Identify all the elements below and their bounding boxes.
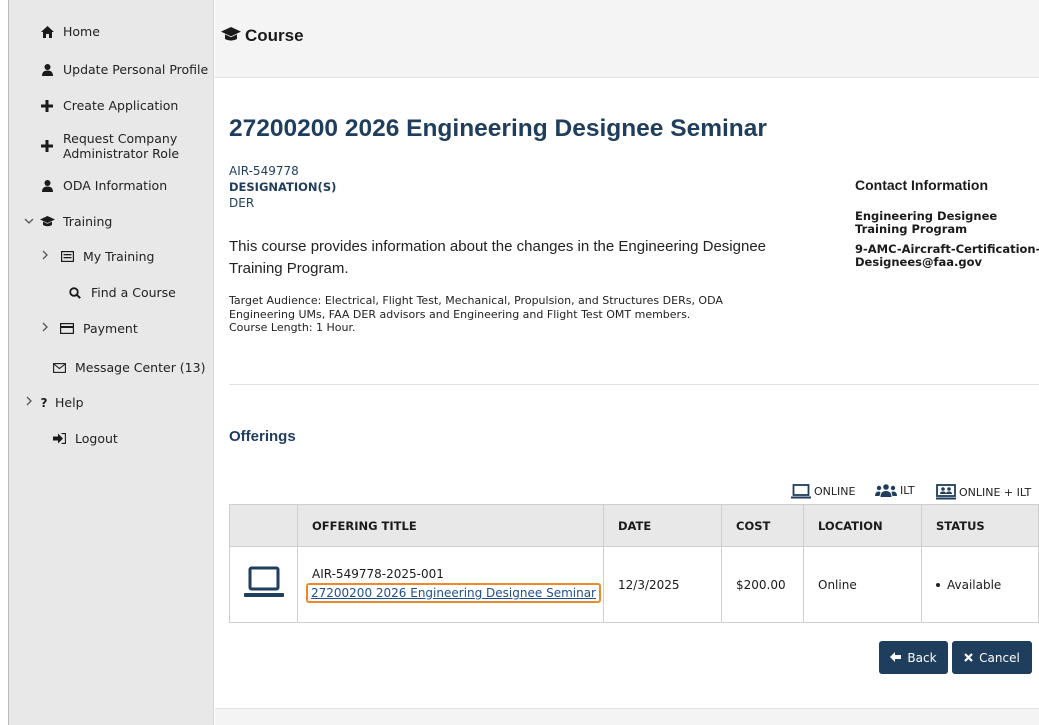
sidebar-item-label: My Training bbox=[83, 249, 155, 264]
sidebar: Home Update Personal Profile Create Appl… bbox=[9, 0, 214, 725]
envelope-icon bbox=[51, 362, 67, 373]
sidebar-item-label: Help bbox=[55, 395, 84, 410]
column-header-date[interactable]: DATE bbox=[603, 504, 722, 547]
offerings-table: OFFERING TITLE DATE COST LOCATION STATUS… bbox=[229, 504, 1039, 623]
sidebar-item-home[interactable]: Home bbox=[39, 24, 100, 39]
graduation-cap-icon bbox=[39, 215, 55, 228]
designation-value: DER bbox=[229, 196, 255, 210]
sidebar-item-label: Home bbox=[63, 24, 100, 39]
sidebar-item-label: Message Center (13) bbox=[75, 360, 206, 375]
column-header-cost[interactable]: COST bbox=[721, 504, 804, 547]
contact-heading: Contact Information bbox=[855, 177, 988, 193]
legend-ilt-label: ILT bbox=[900, 484, 915, 497]
sidebar-item-create-application[interactable]: Create Application bbox=[39, 98, 178, 113]
logout-icon bbox=[51, 433, 67, 444]
table-row: AIR-549778-2025-001 27200200 2026 Engine… bbox=[229, 546, 1039, 623]
sidebar-item-oda-information[interactable]: ODA Information bbox=[39, 178, 167, 193]
offering-date: 12/3/2025 bbox=[603, 546, 722, 623]
online-ilt-icon bbox=[936, 484, 956, 500]
sidebar-item-label: Update Personal Profile bbox=[63, 62, 209, 77]
chevron-right-icon[interactable] bbox=[39, 321, 51, 335]
user-icon bbox=[39, 179, 55, 192]
offering-code: AIR-549778-2025-001 bbox=[312, 566, 444, 581]
legend-ilt: ILT bbox=[875, 484, 915, 497]
question-icon: ? bbox=[40, 395, 48, 410]
sidebar-item-label: Create Application bbox=[63, 98, 179, 113]
sidebar-item-find-a-course[interactable]: Find a Course bbox=[67, 285, 176, 300]
chevron-right-icon[interactable] bbox=[39, 249, 51, 263]
graduation-cap-icon bbox=[221, 27, 241, 43]
chevron-right-icon[interactable] bbox=[23, 395, 35, 409]
offering-type-cell bbox=[229, 546, 298, 623]
cancel-button[interactable]: Cancel bbox=[952, 641, 1032, 674]
course-meta: Target Audience: Electrical, Flight Test… bbox=[229, 294, 789, 335]
course-length: Course Length: 1 Hour. bbox=[229, 321, 356, 334]
list-icon bbox=[59, 251, 75, 262]
sidebar-item-logout[interactable]: Logout bbox=[51, 431, 118, 446]
sidebar-item-help[interactable]: ? Help bbox=[39, 395, 84, 410]
legend-online-ilt: ONLINE + ILT bbox=[936, 484, 1031, 500]
contact-name: Engineering Designee Training Program bbox=[855, 209, 998, 236]
contact-email: 9-AMC-Aircraft-Certification-Designees@f… bbox=[855, 242, 1039, 269]
main-content: Course 27200200 2026 Engineering Designe… bbox=[215, 0, 1039, 725]
offering-title-cell: AIR-549778-2025-001 27200200 2026 Engine… bbox=[297, 546, 604, 623]
sidebar-item-label: Payment bbox=[83, 321, 138, 336]
page-title: Course bbox=[245, 26, 304, 45]
legend-online: ONLINE bbox=[791, 484, 855, 499]
offerings-heading: Offerings bbox=[229, 428, 296, 445]
laptop-icon bbox=[244, 566, 284, 597]
sidebar-item-request-admin-role[interactable]: Request Company Administrator Role bbox=[39, 131, 179, 161]
chevron-down-icon[interactable] bbox=[23, 214, 35, 228]
table-header-row: OFFERING TITLE DATE COST LOCATION STATUS bbox=[229, 504, 1039, 547]
plus-icon bbox=[39, 140, 55, 152]
target-audience: Target Audience: Electrical, Flight Test… bbox=[229, 294, 723, 321]
search-icon bbox=[67, 286, 83, 299]
bullet-icon bbox=[936, 583, 940, 587]
sidebar-item-message-center[interactable]: Message Center (13) bbox=[51, 360, 205, 375]
sidebar-item-label: Request Company Administrator Role bbox=[63, 131, 180, 161]
laptop-icon bbox=[791, 484, 811, 499]
column-header-type bbox=[229, 504, 298, 547]
offering-cost: $200.00 bbox=[721, 546, 804, 623]
sidebar-item-payment[interactable]: Payment bbox=[59, 321, 138, 336]
designation-heading: DESIGNATION(S) bbox=[229, 180, 337, 194]
column-header-location[interactable]: LOCATION bbox=[803, 504, 922, 547]
section-divider bbox=[229, 384, 1039, 385]
arrow-left-icon bbox=[890, 651, 902, 665]
sidebar-item-label: Logout bbox=[75, 431, 118, 446]
course-description: This course provides information about t… bbox=[229, 238, 766, 277]
plus-icon bbox=[39, 99, 55, 112]
sidebar-item-label: ODA Information bbox=[63, 178, 168, 193]
column-header-offering-title[interactable]: OFFERING TITLE bbox=[297, 504, 604, 547]
user-icon bbox=[39, 63, 55, 76]
legend-online-label: ONLINE bbox=[814, 485, 856, 498]
users-icon bbox=[875, 484, 897, 497]
course-code: AIR-549778 bbox=[229, 164, 299, 178]
sidebar-item-label: Training bbox=[63, 214, 113, 229]
sidebar-item-training[interactable]: Training bbox=[39, 214, 112, 229]
offering-location: Online bbox=[803, 546, 922, 623]
legend-online-ilt-label: ONLINE + ILT bbox=[959, 485, 1032, 499]
cancel-label: Cancel bbox=[979, 650, 1020, 665]
back-button[interactable]: Back bbox=[879, 641, 948, 674]
close-icon bbox=[964, 651, 973, 665]
home-icon bbox=[39, 25, 55, 38]
column-header-status[interactable]: STATUS bbox=[921, 504, 1039, 547]
offering-title-link[interactable]: 27200200 2026 Engineering Designee Semin… bbox=[306, 582, 601, 603]
offering-status-cell: Available bbox=[921, 546, 1039, 623]
footer-bar bbox=[215, 708, 1039, 725]
sidebar-item-label: Find a Course bbox=[91, 285, 176, 300]
page-header: Course bbox=[215, 0, 1039, 78]
offering-status: Available bbox=[947, 577, 1002, 592]
sidebar-item-update-profile[interactable]: Update Personal Profile bbox=[39, 62, 208, 77]
course-title: 27200200 2026 Engineering Designee Semin… bbox=[229, 115, 767, 142]
sidebar-item-my-training[interactable]: My Training bbox=[59, 249, 154, 264]
back-label: Back bbox=[907, 650, 937, 665]
credit-card-icon bbox=[59, 323, 75, 334]
